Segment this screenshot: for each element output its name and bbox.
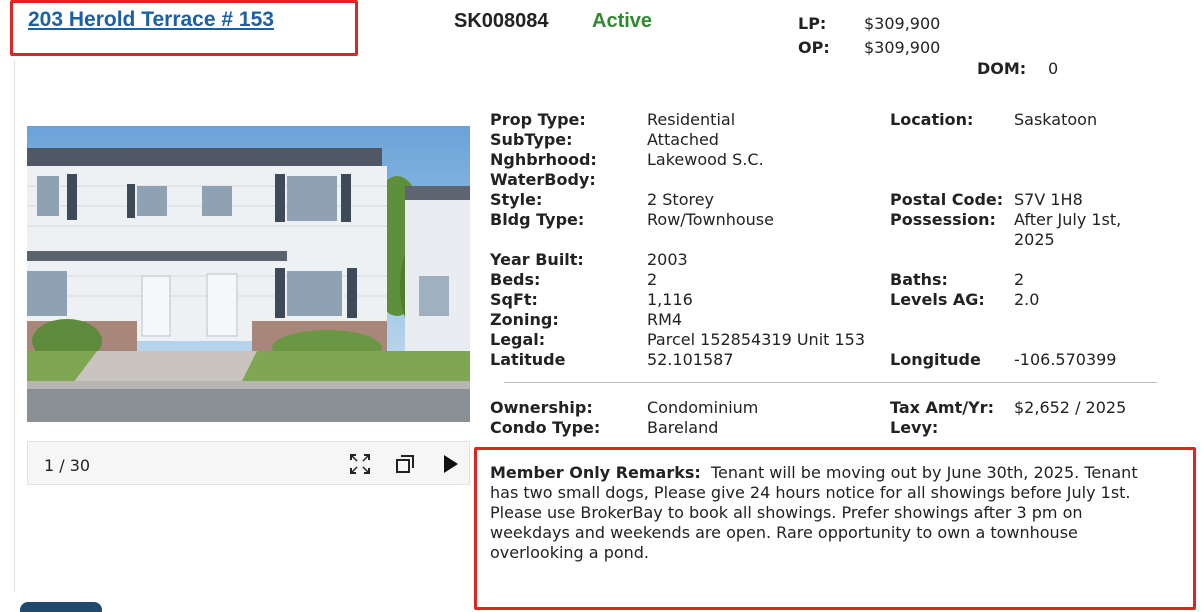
location-value: Saskatoon <box>1014 110 1098 129</box>
legal-label: Legal: <box>490 330 546 349</box>
sqft-value: 1,116 <box>647 290 693 309</box>
possession-value-line2: 2025 <box>1014 230 1055 249</box>
condo-type-value: Bareland <box>647 418 719 437</box>
style-label: Style: <box>490 190 543 209</box>
baths-label: Baths: <box>890 270 948 289</box>
nghbrhood-label: Nghbrhood: <box>490 150 597 169</box>
mls-number: SK008084 <box>454 10 549 32</box>
lp-value: $309,900 <box>864 14 941 33</box>
prop-type-label: Prop Type: <box>490 110 586 129</box>
highlight-box-address <box>10 0 358 56</box>
subtype-label: SubType: <box>490 130 573 149</box>
ownership-value: Condominium <box>647 398 759 417</box>
beds-value: 2 <box>647 270 658 289</box>
zoning-value: RM4 <box>647 310 683 329</box>
postal-code-label: Postal Code: <box>890 190 1004 209</box>
op-value: $309,900 <box>864 38 941 57</box>
sqft-label: SqFt: <box>490 290 538 309</box>
remarks-line-4: weekdays and weekends are open. Rare opp… <box>490 523 1078 542</box>
listing-photo[interactable] <box>27 126 470 422</box>
tax-label: Tax Amt/Yr: <box>890 398 994 417</box>
prop-type-value: Residential <box>647 110 736 129</box>
remarks-label: Member Only Remarks: <box>490 463 701 482</box>
dom-label: DOM: <box>977 59 1027 78</box>
levy-label: Levy: <box>890 418 939 437</box>
photo-counter: 1 / 30 <box>44 456 91 475</box>
remarks-line-2: has two small dogs, Please give 24 hours… <box>490 483 1131 502</box>
member-remarks: Member Only Remarks: Tenant will be movi… <box>490 463 1180 563</box>
zoning-label: Zoning: <box>490 310 559 329</box>
latitude-value: 52.101587 <box>647 350 734 369</box>
left-border <box>14 60 15 592</box>
section-divider <box>504 382 1157 383</box>
status-badge: Active <box>592 10 653 32</box>
longitude-value: -106.570399 <box>1014 350 1117 369</box>
popout-icon[interactable] <box>393 452 417 476</box>
remarks-line-3: Please use BrokerBay to book all showing… <box>490 503 1083 522</box>
style-value: 2 Storey <box>647 190 715 209</box>
fullscreen-icon[interactable] <box>348 452 372 476</box>
dom-value: 0 <box>1048 59 1059 78</box>
remarks-line-5: overlooking a pond. <box>490 543 650 562</box>
beds-label: Beds: <box>490 270 541 289</box>
postal-code-value: S7V 1H8 <box>1014 190 1083 209</box>
location-label: Location: <box>890 110 974 129</box>
legal-value: Parcel 152854319 Unit 153 <box>647 330 866 349</box>
nghbrhood-value: Lakewood S.C. <box>647 150 764 169</box>
longitude-label: Longitude <box>890 350 981 369</box>
possession-value-line1: After July 1st, <box>1014 210 1122 229</box>
bottom-tab[interactable] <box>20 602 102 612</box>
condo-type-label: Condo Type: <box>490 418 601 437</box>
op-label: OP: <box>798 38 830 57</box>
year-built-value: 2003 <box>647 250 688 269</box>
ownership-label: Ownership: <box>490 398 593 417</box>
levels-ag-value: 2.0 <box>1014 290 1040 309</box>
tax-value: $2,652 / 2025 <box>1014 398 1127 417</box>
bldg-type-label: Bldg Type: <box>490 210 585 229</box>
latitude-label: Latitude <box>490 350 566 369</box>
year-built-label: Year Built: <box>490 250 584 269</box>
baths-value: 2 <box>1014 270 1025 289</box>
remarks-line-1: Tenant will be moving out by June 30th, … <box>710 463 1138 482</box>
play-icon[interactable] <box>438 452 462 476</box>
gallery-controls: 1 / 30 <box>27 441 470 485</box>
subtype-value: Attached <box>647 130 719 149</box>
levels-ag-label: Levels AG: <box>890 290 985 309</box>
bldg-type-value: Row/Townhouse <box>647 210 774 229</box>
possession-label: Possession: <box>890 210 996 229</box>
waterbody-label: WaterBody: <box>490 170 596 189</box>
lp-label: LP: <box>798 14 827 33</box>
